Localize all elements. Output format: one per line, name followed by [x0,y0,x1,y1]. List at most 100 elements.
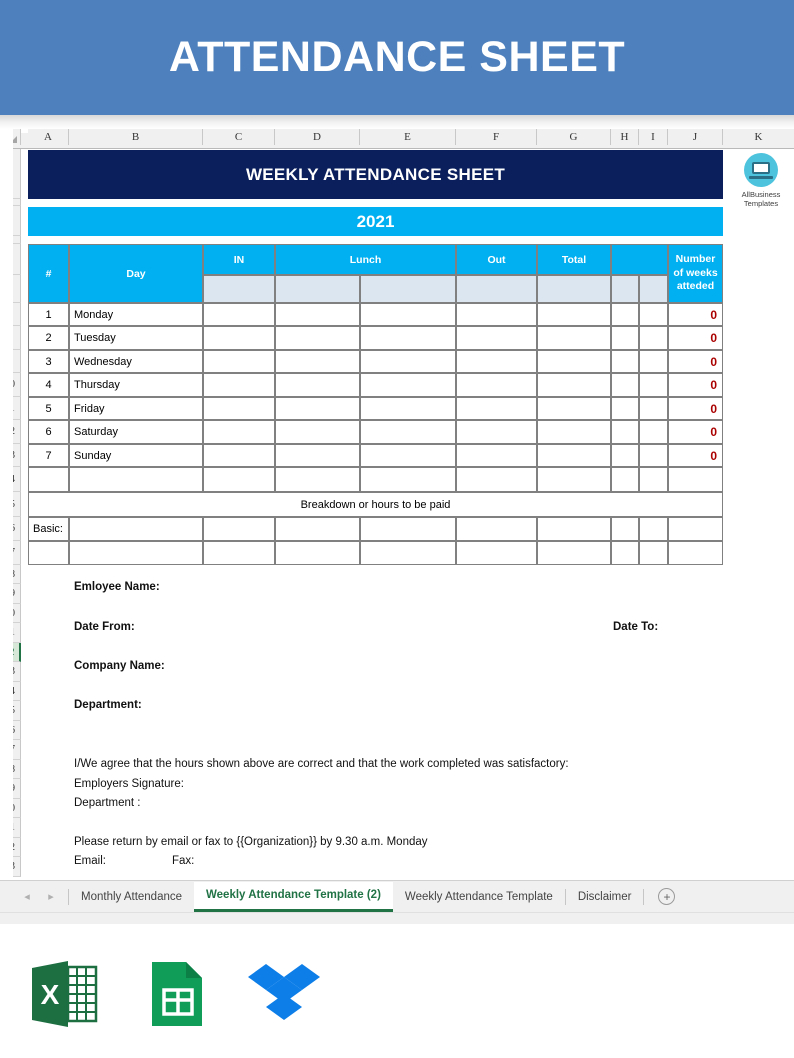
attendance-cell-weeks[interactable]: 0 [668,397,723,420]
attendance-cell-lunch_a[interactable] [275,303,360,326]
attendance-cell-lunch_a[interactable] [275,350,360,373]
basic-cell-g[interactable] [537,517,611,541]
previous-sheet-icon[interactable]: ◂ [22,891,32,903]
column-header-k[interactable]: K [723,129,794,145]
basic-cell-c[interactable] [203,517,275,541]
attendance-cell-day[interactable]: Sunday [69,444,203,467]
attendance-cell-day[interactable]: Wednesday [69,350,203,373]
basic-cell-f[interactable] [456,517,537,541]
attendance-cell-lunch_b[interactable] [360,326,456,350]
attendance-cell-in[interactable] [203,350,275,373]
blank-row-cell-d[interactable] [275,467,360,492]
subheader-extra-2[interactable] [639,275,668,303]
blank-row2-cell-i[interactable] [639,541,668,565]
attendance-cell-weeks[interactable]: 0 [668,444,723,467]
basic-cell-j[interactable] [668,517,723,541]
attendance-cell-day[interactable]: Monday [69,303,203,326]
blank-row-cell-f[interactable] [456,467,537,492]
attendance-cell-out[interactable] [456,326,537,350]
attendance-cell-weeks[interactable]: 0 [668,373,723,397]
attendance-cell-weeks[interactable]: 0 [668,303,723,326]
attendance-cell-total[interactable] [537,303,611,326]
attendance-cell-lunch_a[interactable] [275,397,360,420]
attendance-cell-out[interactable] [456,350,537,373]
attendance-cell-weeks[interactable]: 0 [668,420,723,444]
attendance-cell-lunch_a[interactable] [275,326,360,350]
attendance-cell-lunch_b[interactable] [360,350,456,373]
subheader-total[interactable] [537,275,611,303]
attendance-cell-in[interactable] [203,397,275,420]
column-header-b[interactable]: B [69,129,203,145]
attendance-cell-day[interactable]: Friday [69,397,203,420]
attendance-cell-lunch_b[interactable] [360,373,456,397]
attendance-cell-day[interactable]: Tuesday [69,326,203,350]
attendance-cell-out[interactable] [456,444,537,467]
attendance-cell-extra1[interactable] [611,444,639,467]
column-header-f[interactable]: F [456,129,537,145]
column-header-e[interactable]: E [360,129,456,145]
attendance-cell-lunch_b[interactable] [360,420,456,444]
subheader-lunch-a[interactable] [275,275,360,303]
column-header-a[interactable]: A [28,129,69,145]
attendance-cell-in[interactable] [203,420,275,444]
sheet-tab-weekly-attendance-template[interactable]: Weekly Attendance Template [392,881,565,912]
attendance-cell-in[interactable] [203,373,275,397]
attendance-cell-num[interactable]: 6 [28,420,69,444]
attendance-cell-extra1[interactable] [611,420,639,444]
attendance-cell-total[interactable] [537,326,611,350]
basic-cell-b[interactable] [69,517,203,541]
attendance-cell-num[interactable]: 3 [28,350,69,373]
attendance-cell-weeks[interactable]: 0 [668,326,723,350]
attendance-cell-out[interactable] [456,420,537,444]
attendance-cell-in[interactable] [203,326,275,350]
blank-row2-cell-h[interactable] [611,541,639,565]
attendance-cell-total[interactable] [537,420,611,444]
subheader-in[interactable] [203,275,275,303]
blank-row2-cell-c[interactable] [203,541,275,565]
attendance-cell-total[interactable] [537,397,611,420]
basic-cell-d[interactable] [275,517,360,541]
blank-row2-cell-e[interactable] [360,541,456,565]
attendance-cell-lunch_b[interactable] [360,303,456,326]
blank-row-cell-c[interactable] [203,467,275,492]
attendance-cell-lunch_a[interactable] [275,444,360,467]
blank-row-cell-i[interactable] [639,467,668,492]
attendance-cell-num[interactable]: 7 [28,444,69,467]
attendance-cell-in[interactable] [203,444,275,467]
attendance-cell-extra2[interactable] [639,303,668,326]
attendance-cell-weeks[interactable]: 0 [668,350,723,373]
attendance-cell-extra2[interactable] [639,420,668,444]
blank-row-cell-e[interactable] [360,467,456,492]
blank-row-cell-j[interactable] [668,467,723,492]
blank-row-cell-g[interactable] [537,467,611,492]
basic-cell-h[interactable] [611,517,639,541]
attendance-cell-lunch_a[interactable] [275,373,360,397]
next-sheet-icon[interactable]: ▸ [46,891,56,903]
attendance-cell-day[interactable]: Thursday [69,373,203,397]
attendance-cell-extra1[interactable] [611,350,639,373]
sheet-tab-weekly-attendance-template-2[interactable]: Weekly Attendance Template (2) [194,881,393,912]
blank-row2-cell-d[interactable] [275,541,360,565]
attendance-cell-lunch_b[interactable] [360,397,456,420]
subheader-out[interactable] [456,275,537,303]
blank-row2-cell-b[interactable] [69,541,203,565]
attendance-cell-num[interactable]: 1 [28,303,69,326]
blank-row-cell-b[interactable] [69,467,203,492]
attendance-cell-num[interactable]: 4 [28,373,69,397]
column-header-i[interactable]: I [639,129,668,145]
attendance-cell-in[interactable] [203,303,275,326]
attendance-cell-out[interactable] [456,373,537,397]
attendance-cell-extra2[interactable] [639,326,668,350]
dropbox-icon[interactable] [244,954,324,1034]
attendance-cell-extra2[interactable] [639,373,668,397]
attendance-cell-extra2[interactable] [639,397,668,420]
attendance-cell-total[interactable] [537,373,611,397]
blank-row2-cell-f[interactable] [456,541,537,565]
blank-row2-cell-g[interactable] [537,541,611,565]
attendance-cell-extra2[interactable] [639,444,668,467]
basic-cell-e[interactable] [360,517,456,541]
subheader-extra-1[interactable] [611,275,639,303]
attendance-cell-out[interactable] [456,397,537,420]
excel-icon[interactable]: X [24,954,104,1034]
column-header-c[interactable]: C [203,129,275,145]
